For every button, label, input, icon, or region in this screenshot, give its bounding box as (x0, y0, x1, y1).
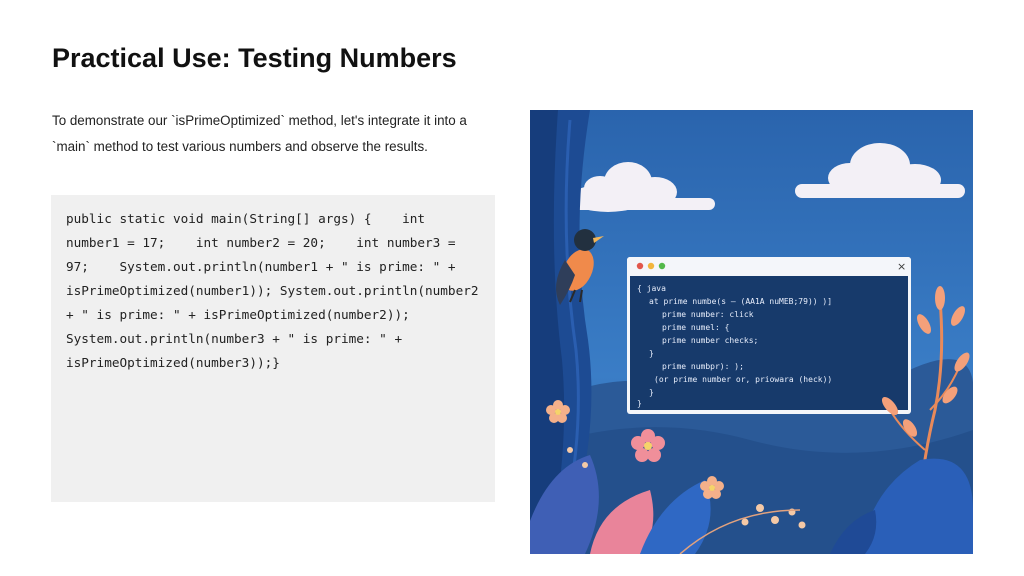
code-snippet: public static void main(String[] args) {… (66, 211, 487, 370)
svg-text:{ java: { java (637, 284, 666, 293)
code-block: public static void main(String[] args) {… (51, 195, 495, 502)
svg-text:}: } (649, 388, 654, 397)
svg-text:}: } (637, 399, 642, 408)
svg-text:prime numbpr): );: prime numbpr): ); (662, 362, 744, 371)
code-window-illustration: × { java at prime numbe(s – (AA1A nuMEB;… (627, 257, 911, 414)
svg-text:(or prime number or, priowara: (or prime number or, priowara (heck)) (654, 375, 832, 384)
svg-text:}: } (649, 349, 654, 358)
window-close-dot-icon (636, 262, 644, 270)
window-zoom-dot-icon (658, 262, 666, 270)
svg-text:prime number: click: prime number: click (662, 310, 754, 319)
illustration: × { java at prime numbe(s – (AA1A nuMEB;… (530, 110, 973, 554)
window-minimize-dot-icon (647, 262, 655, 270)
svg-text:at prime numbe(s – (AA1A nuMEB: at prime numbe(s – (AA1A nuMEB;79)) )] (649, 297, 832, 306)
svg-text:prime number checks;: prime number checks; (662, 336, 758, 345)
intro-paragraph: To demonstrate our `isPrimeOptimized` me… (52, 113, 467, 154)
window-close-icon: × (897, 260, 906, 273)
slide-title: Practical Use: Testing Numbers (52, 43, 457, 73)
svg-text:prime numel: {: prime numel: { (662, 323, 729, 332)
illustration-artwork: × { java at prime numbe(s – (AA1A nuMEB;… (530, 110, 973, 554)
